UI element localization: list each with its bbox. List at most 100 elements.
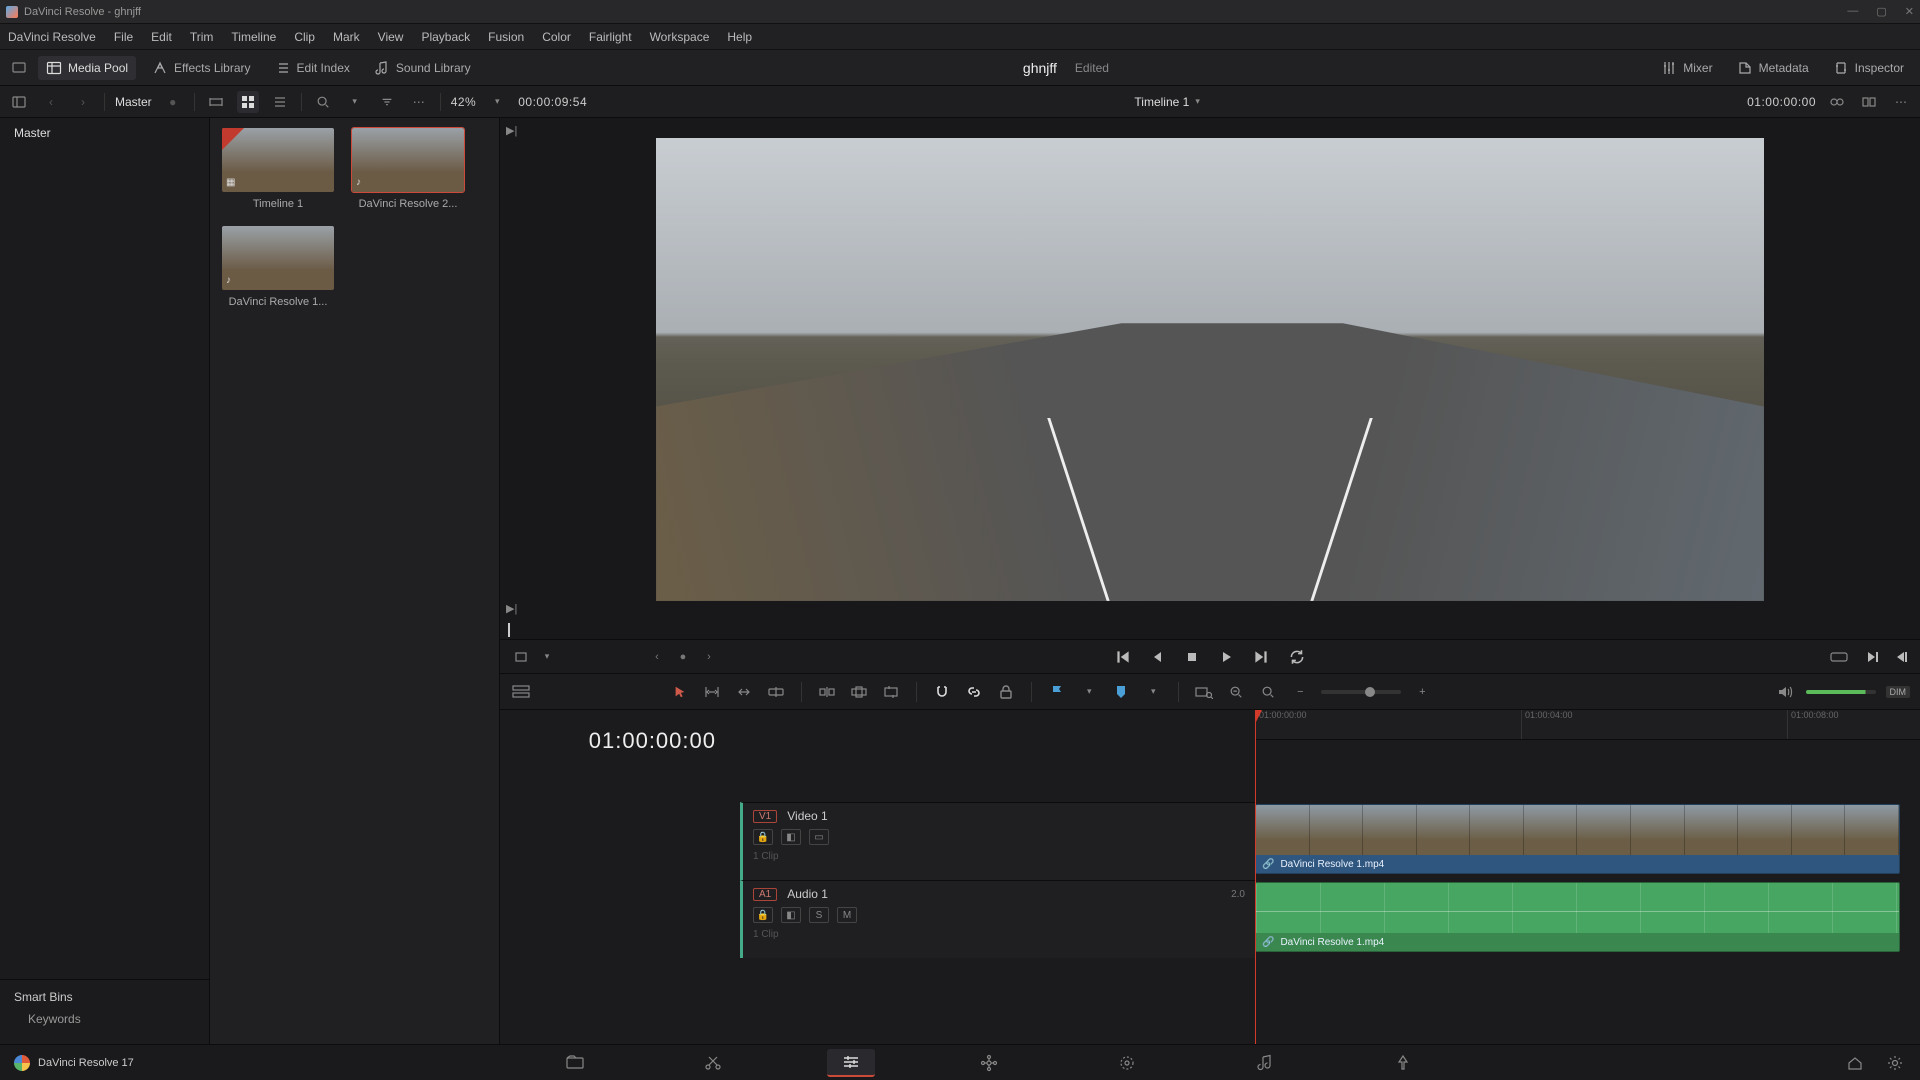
flag-menu[interactable]: ▾ [1078,681,1100,703]
mute-button[interactable] [1774,681,1796,703]
menu-color[interactable]: Color [542,30,571,44]
page-media[interactable] [551,1049,599,1077]
blade-tool[interactable] [765,681,787,703]
menu-help[interactable]: Help [727,30,752,44]
track-lock-button[interactable]: 🔒 [753,829,773,845]
audio-clip[interactable]: 🔗 DaVinci Resolve 1.mp4 [1255,882,1900,952]
timeline-view-options-button[interactable] [510,681,532,703]
home-button[interactable] [1844,1052,1866,1074]
fullscreen-viewer-button[interactable] [8,57,30,79]
nav-back-button[interactable]: ‹ [40,91,62,113]
dim-button[interactable]: DIM [1886,686,1911,698]
go-last-frame-button[interactable] [1252,648,1270,666]
zoom-slider[interactable] [1321,690,1401,694]
media-clip[interactable]: ♪ DaVinci Resolve 2... [350,128,466,210]
menu-fairlight[interactable]: Fairlight [589,30,632,44]
menu-timeline[interactable]: Timeline [231,30,276,44]
source-timecode[interactable]: 00:00:09:54 [518,95,587,109]
edit-index-toggle[interactable]: Edit Index [267,56,358,80]
playhead[interactable] [1255,710,1256,1044]
video-track-tag[interactable]: V1 [753,810,777,823]
position-lock-toggle[interactable] [995,681,1017,703]
overwrite-clip-button[interactable] [848,681,870,703]
menu-trim[interactable]: Trim [190,30,214,44]
search-button[interactable] [312,91,334,113]
jump-end-button[interactable]: ▶| [506,602,517,615]
full-extent-zoom-button[interactable] [1193,681,1215,703]
go-first-frame-button[interactable] [1114,648,1132,666]
next-clip-button[interactable] [1864,649,1880,665]
auto-select-button[interactable]: ◧ [781,907,801,923]
step-back-button[interactable] [1150,649,1166,665]
window-maximize-button[interactable]: ▢ [1876,5,1886,18]
track-lock-button[interactable]: 🔒 [753,907,773,923]
selection-tool[interactable] [669,681,691,703]
metadata-toggle[interactable]: Metadata [1729,56,1817,80]
audio-track-header[interactable]: A1 Audio 1 2.0 🔒 ◧ S M 1 Clip [740,880,1255,958]
effects-library-toggle[interactable]: Effects Library [144,56,258,80]
search-options-button[interactable]: ▾ [344,91,366,113]
stop-button[interactable] [1184,649,1200,665]
insert-clip-button[interactable] [816,681,838,703]
viewer-zoom-level[interactable]: 42% [451,95,477,109]
project-settings-button[interactable] [1884,1052,1906,1074]
viewer-scrub-bar[interactable] [500,621,1920,639]
menu-app[interactable]: DaVinci Resolve [8,30,96,44]
prev-edit-small[interactable]: ‹ [646,646,668,668]
media-options-button[interactable]: ⋯ [408,91,430,113]
video-clip[interactable]: 🔗 DaVinci Resolve 1.mp4 [1255,804,1900,874]
page-deliver[interactable] [1379,1049,1427,1077]
viewer-zoom-menu[interactable]: ▾ [486,91,508,113]
trim-tool[interactable] [701,681,723,703]
menu-workspace[interactable]: Workspace [650,30,710,44]
timeline-ruler[interactable]: 01:00:00:00 01:00:04:00 01:00:08:00 [1255,710,1920,740]
track-enable-button[interactable]: ▭ [809,829,829,845]
audio-track-tag[interactable]: A1 [753,888,777,901]
inspector-toggle[interactable]: Inspector [1825,56,1912,80]
match-frame-button[interactable]: ▶| [506,124,517,137]
bypass-grades-button[interactable] [1826,91,1848,113]
play-button[interactable] [1218,649,1234,665]
replace-clip-button[interactable] [880,681,902,703]
program-viewer[interactable]: ▶| ▶| [500,118,1920,621]
transform-overlay-button[interactable] [510,646,532,668]
detail-zoom-button[interactable] [1225,681,1247,703]
loop-button[interactable] [1288,648,1306,666]
media-clip[interactable]: ▦ Timeline 1 [220,128,336,210]
timeline-timecode[interactable]: 01:00:00:00 [589,728,716,754]
auto-select-button[interactable]: ◧ [781,829,801,845]
volume-slider[interactable] [1806,690,1876,694]
menu-mark[interactable]: Mark [333,30,360,44]
media-clip[interactable]: ♪ DaVinci Resolve 1... [220,226,336,308]
window-minimize-button[interactable]: — [1847,5,1858,18]
mixer-toggle[interactable]: Mixer [1653,56,1720,80]
bin-master[interactable]: Master [14,126,195,140]
timeline-tracks-area[interactable]: 01:00:00:00 01:00:04:00 01:00:08:00 🔗 Da… [1255,710,1920,1044]
bin-sidebar-toggle[interactable] [8,91,30,113]
page-color[interactable] [1103,1049,1151,1077]
menu-view[interactable]: View [378,30,404,44]
last-clip-button[interactable] [1894,649,1910,665]
flag-button[interactable] [1046,681,1068,703]
page-fusion[interactable] [965,1049,1013,1077]
view-thumbnail-button[interactable] [237,91,259,113]
menu-file[interactable]: File [114,30,133,44]
mark-in-out-button[interactable] [1828,646,1850,668]
marker-button[interactable] [1110,681,1132,703]
zoom-in-button[interactable]: + [1411,681,1433,703]
menu-edit[interactable]: Edit [151,30,172,44]
single-dual-viewer-button[interactable] [1858,91,1880,113]
media-pool-toggle[interactable]: Media Pool [38,56,136,80]
record-timecode[interactable]: 01:00:00:00 [1747,95,1816,109]
page-fairlight[interactable] [1241,1049,1289,1077]
page-edit[interactable] [827,1049,875,1077]
zoom-out-button[interactable]: − [1289,681,1311,703]
marker-menu[interactable]: ▾ [1142,681,1164,703]
viewer-options-button[interactable]: ⋯ [1890,91,1912,113]
window-close-button[interactable]: ✕ [1905,5,1914,18]
snap-toggle[interactable] [931,681,953,703]
view-filmstrip-button[interactable] [205,91,227,113]
menu-playback[interactable]: Playback [421,30,470,44]
smart-bin-keywords[interactable]: Keywords [28,1012,195,1026]
menu-clip[interactable]: Clip [294,30,315,44]
